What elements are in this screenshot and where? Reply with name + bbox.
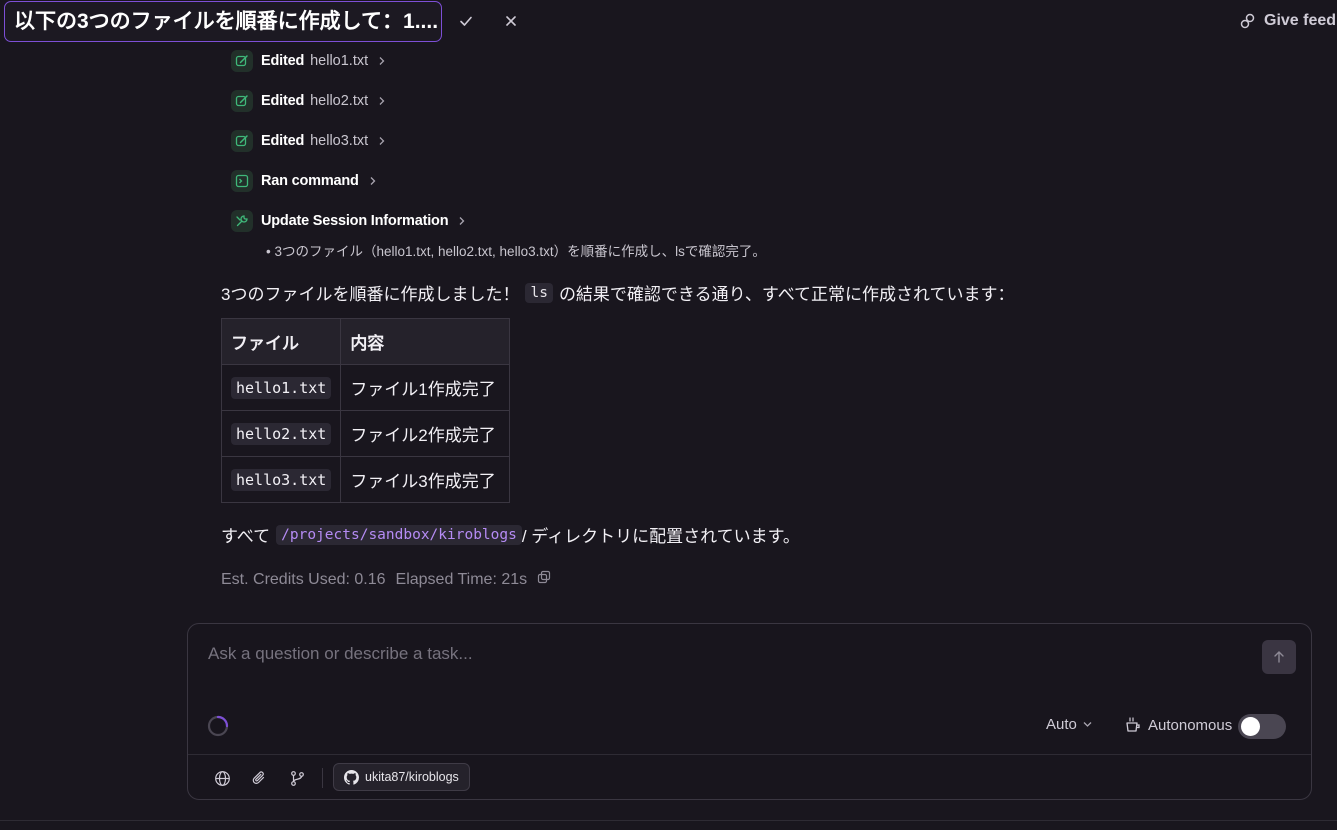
step-file-label: hello1.txt [310,53,369,69]
autonomous-label: Autonomous [1148,716,1233,734]
copy-icon[interactable] [537,570,551,589]
github-icon [344,769,359,785]
credits-used: Est. Credits Used: 0.16 [221,570,386,588]
step-edited-hello2[interactable]: Edited hello2.txt [231,89,386,113]
files-table: ファイル 内容 hello1.txt ファイル1作成完了 hello2.txt … [220,318,511,503]
bottom-divider [0,820,1337,821]
send-button[interactable] [1262,640,1296,674]
step-update-session[interactable]: Update Session Information [231,209,466,233]
conversation-title-input[interactable]: 以下の3つのファイルを順番に作成して：1.... [4,1,442,42]
web-search-button[interactable] [210,766,234,790]
chevron-right-icon [378,96,386,106]
intro-text-before: 3つのファイルを順番に作成しました！ [221,285,520,304]
autonomous-mode: Autonomous [1124,716,1232,734]
arrow-up-icon [1274,651,1284,663]
step-ran-command[interactable]: Ran command [231,169,377,193]
outro-text-before: すべて [221,527,271,546]
table-cell-file: hello2.txt [220,410,342,457]
composer-divider [188,754,1311,755]
table-cell-content: ファイル3作成完了 [340,456,511,503]
file-name-code: hello2.txt [231,422,332,445]
table-header-file: ファイル [220,318,342,365]
step-file-label: hello3.txt [310,133,369,149]
usage-stats: Est. Credits Used: 0.16 Elapsed Time: 21… [221,570,551,589]
coffee-icon [1126,717,1140,732]
composer: Ask a question or describe a task... Aut… [187,623,1312,800]
repository-label: ukita87/kiroblogs [365,770,459,784]
model-label: Auto [1046,716,1077,733]
message-outro: すべて /projects/sandbox/kiroblogs / ディレクトリ… [221,522,800,547]
step-edited-hello1[interactable]: Edited hello1.txt [231,49,386,73]
close-icon [506,16,516,26]
check-icon [460,16,472,26]
loading-spinner-icon [207,715,229,737]
chevron-right-icon [378,136,386,146]
repository-chip[interactable]: ukita87/kiroblogs [333,763,470,791]
inline-code-ls: ls [525,282,553,303]
top-bar: 以下の3つのファイルを順番に作成して：1.... Give feed [0,0,1337,44]
chevron-right-icon [378,56,386,66]
give-feedback-label: Give feed [1264,12,1337,29]
table-row: hello3.txt ファイル3作成完了 [220,456,511,503]
branch-button[interactable] [285,766,309,790]
edit-icon [231,130,253,152]
autonomous-toggle[interactable] [1238,714,1286,739]
table-row: hello1.txt ファイル1作成完了 [220,364,511,411]
confirm-title-button[interactable] [453,8,479,34]
terminal-icon [231,170,253,192]
step-action-label: Update Session Information [261,213,449,229]
intro-text-after: の結果で確認できる通り、すべて正常に作成されています： [558,285,1015,304]
table-row: hello2.txt ファイル2作成完了 [220,410,511,457]
table-header-row: ファイル 内容 [220,318,511,365]
step-action-label: Ran command [261,173,359,189]
step-action-label: Edited [261,133,305,149]
file-name-code: hello1.txt [231,376,332,399]
edit-icon [231,50,253,72]
elapsed-time: Elapsed Time: 21s [395,570,528,588]
attach-button[interactable] [247,766,271,790]
table-cell-content: ファイル1作成完了 [340,364,511,411]
globe-icon [214,770,230,786]
step-edited-hello3[interactable]: Edited hello3.txt [231,129,386,153]
toggle-knob [1241,717,1260,736]
outro-text-after: / ディレクトリに配置されています。 [521,527,800,546]
table-cell-content: ファイル2作成完了 [340,410,511,457]
chevron-down-icon [1083,722,1092,727]
step-action-label: Edited [261,93,305,109]
edit-icon [231,90,253,112]
step-action-label: Edited [261,53,305,69]
chat-input[interactable]: Ask a question or describe a task... [208,644,473,664]
give-feedback-button[interactable]: Give feed [1239,10,1336,32]
cancel-title-button[interactable] [498,8,524,34]
file-name-code: hello3.txt [231,468,332,491]
table-header-content: 内容 [340,318,511,365]
table-cell-file: hello1.txt [220,364,342,411]
session-note: • 3つのファイル（hello1.txt, hello2.txt, hello3… [266,244,766,259]
toolbar-separator [322,768,323,788]
tools-icon [231,210,253,232]
step-file-label: hello2.txt [310,93,369,109]
git-branch-icon [290,770,304,786]
chevron-right-icon [369,176,377,186]
message-intro: 3つのファイルを順番に作成しました！ ls の結果で確認できる通り、すべて正常に… [221,280,1015,305]
paperclip-icon [252,770,264,784]
feedback-icon [1240,13,1255,29]
chevron-right-icon [458,216,466,226]
table-cell-file: hello3.txt [220,456,342,503]
model-selector[interactable]: Auto [1046,716,1092,733]
inline-code-path: /projects/sandbox/kiroblogs [276,524,522,545]
